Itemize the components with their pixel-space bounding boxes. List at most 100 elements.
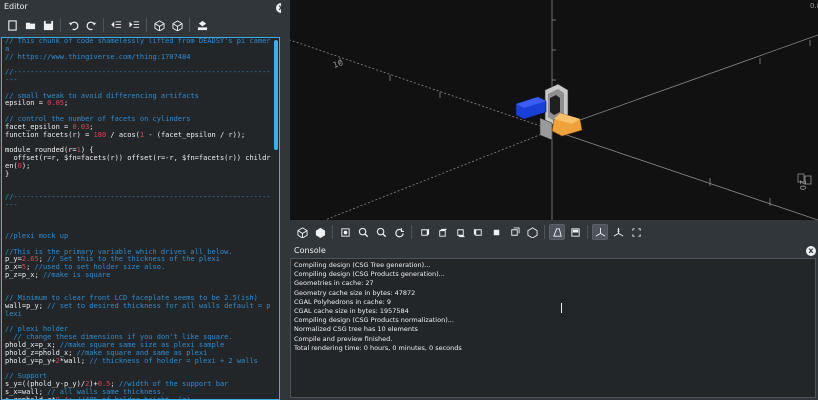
code-text[interactable]: // This chunk of code shamelessly lifted… [5, 38, 273, 400]
code-line[interactable] [5, 210, 273, 218]
view-back-button[interactable] [506, 224, 522, 240]
export-stl-button[interactable] [194, 17, 210, 33]
view-right-button[interactable] [416, 224, 432, 240]
code-line[interactable]: phold_y=p_y+2*wall; // thickness of hold… [5, 356, 273, 366]
zoom-out-button[interactable] [373, 224, 389, 240]
code-token: s_z=phold_z* [5, 395, 56, 400]
preview-button[interactable] [151, 17, 167, 33]
orthogonal-button[interactable] [567, 224, 583, 240]
code-line[interactable] [5, 280, 273, 288]
code-line[interactable] [5, 217, 273, 225]
code-comment: //--------------------------------------… [5, 68, 271, 84]
code-line[interactable]: s_z=phold_z*0.4; //40% of holder height.… [5, 395, 273, 400]
code-token: phold_z=phold_x; [5, 348, 77, 357]
code-comment: // https://www.thingiverse.com/thing:170… [5, 52, 191, 61]
code-line[interactable]: //--------------------------------------… [5, 68, 273, 85]
code-line[interactable]: offset(r=r, $fn=facets(r)) offset(r=-r, … [5, 153, 273, 171]
code-comment: // Minimum to clear front LCD faceplate … [5, 294, 258, 303]
code-number: 0.4 [55, 395, 69, 400]
code-token: - (facet_epsilon / r)); [144, 130, 246, 139]
code-line[interactable]: } [5, 170, 273, 179]
zoom-in-button[interactable] [355, 224, 371, 240]
show-scale-button[interactable] [610, 224, 626, 240]
render-cube-icon [315, 227, 325, 238]
code-line[interactable]: // https://www.thingiverse.com/thing:170… [5, 52, 273, 62]
panel-splitter[interactable] [281, 0, 289, 400]
open-file-button[interactable] [22, 17, 38, 33]
code-comment: //--------------------------------------… [5, 192, 271, 209]
edges-icon [631, 227, 641, 237]
show-axes-button[interactable] [592, 224, 608, 240]
save-button[interactable] [40, 17, 56, 33]
code-line[interactable]: //plexi mock up [5, 231, 273, 241]
code-line[interactable]: epsilon = 0.05; [5, 99, 273, 108]
code-comment: //40% of holder height. (z) [76, 395, 191, 400]
code-line[interactable]: wall=p_y; // set to desired thickness fo… [5, 302, 273, 319]
code-comment: // Set this to the thickness of the plex… [47, 255, 220, 264]
view-left-button[interactable] [470, 224, 486, 240]
view-top-button[interactable] [434, 224, 450, 240]
code-token: phold_x=p_x; [5, 341, 60, 350]
code-comment: // Support [5, 372, 48, 381]
code-line[interactable]: p_z=p_x; //make is square [5, 270, 273, 280]
code-token: offset(r=r, $fn=facets(r)) offset(r=-r, … [5, 153, 271, 170]
console-line: Compiling design (CSG Products normaliza… [294, 316, 454, 325]
new-file-button[interactable] [4, 17, 20, 33]
console-line: Geometry cache size in bytes: 47872 [294, 288, 416, 297]
code-comment: //plexi mock up [5, 231, 69, 240]
console-output[interactable]: Compiling design (CSG Tree generation)..… [290, 258, 816, 398]
code-comment: //This is the primary variable which dri… [5, 247, 233, 256]
reset-view-button[interactable] [391, 224, 407, 240]
save-icon [43, 20, 53, 30]
console-close-icon[interactable]: x [806, 246, 816, 256]
viewport-preview-button[interactable] [294, 224, 310, 240]
view-left-icon [473, 228, 482, 236]
code-comment: // thickness of holder = plexi + 2 walls [89, 356, 258, 365]
code-token: *wall; [59, 356, 90, 365]
unindent-button[interactable] [108, 17, 124, 33]
perspective-icon [552, 227, 562, 237]
view-bottom-button[interactable] [452, 224, 468, 240]
view-front-button[interactable] [488, 224, 504, 240]
indent-button[interactable] [126, 17, 142, 33]
view-diagonal-icon [526, 226, 538, 238]
code-line[interactable]: function facets(r) = 180 / acos(1 - (fac… [5, 130, 273, 140]
indent-icon [128, 20, 139, 28]
axis-ticks [339, 19, 811, 206]
viewport-render-button[interactable] [312, 224, 328, 240]
editor-toolbar [4, 17, 210, 33]
axis-label-10: 10 [332, 58, 344, 70]
editor-scrollbar-thumb[interactable] [274, 40, 278, 150]
code-token: ; [38, 255, 48, 264]
code-comment: // all walls same thickness. [47, 387, 166, 396]
view-diagonal-button[interactable] [524, 224, 540, 240]
code-comment: //make is square [42, 270, 111, 279]
code-comment: //make square and same as plexi [76, 348, 208, 357]
3d-viewport[interactable]: 10 20 0.0 [290, 0, 818, 220]
code-token: ; [89, 122, 94, 131]
console-line: Geometries in cache: 27 [294, 279, 374, 288]
redo-button[interactable] [83, 17, 99, 33]
perspective-button[interactable] [549, 224, 565, 240]
code-token: p_z=p_x; [5, 270, 43, 279]
view-all-button[interactable] [337, 224, 353, 240]
code-editor[interactable]: // This chunk of code shamelessly lifted… [1, 37, 280, 400]
preview-cube-icon [153, 19, 165, 31]
code-comment: //width of the support bar [118, 380, 229, 389]
code-token: p_x= [5, 263, 22, 272]
code-number: 180 [93, 130, 107, 139]
view-front-icon [493, 229, 499, 235]
code-token: ); [21, 161, 31, 170]
code-line[interactable] [5, 178, 273, 186]
render-button[interactable] [169, 17, 185, 33]
text-cursor-icon [561, 303, 562, 313]
stl-icon [197, 20, 207, 30]
code-line[interactable]: // This chunk of code shamelessly lifted… [5, 38, 273, 54]
code-line[interactable]: //--------------------------------------… [5, 192, 273, 210]
new-file-icon [7, 19, 17, 31]
undo-button[interactable] [65, 17, 81, 33]
console-line: Normalized CSG tree has 10 elements [294, 325, 418, 334]
redo-icon [86, 21, 96, 30]
show-edges-button[interactable] [628, 224, 644, 240]
code-token: module rounded(r= [5, 146, 77, 155]
